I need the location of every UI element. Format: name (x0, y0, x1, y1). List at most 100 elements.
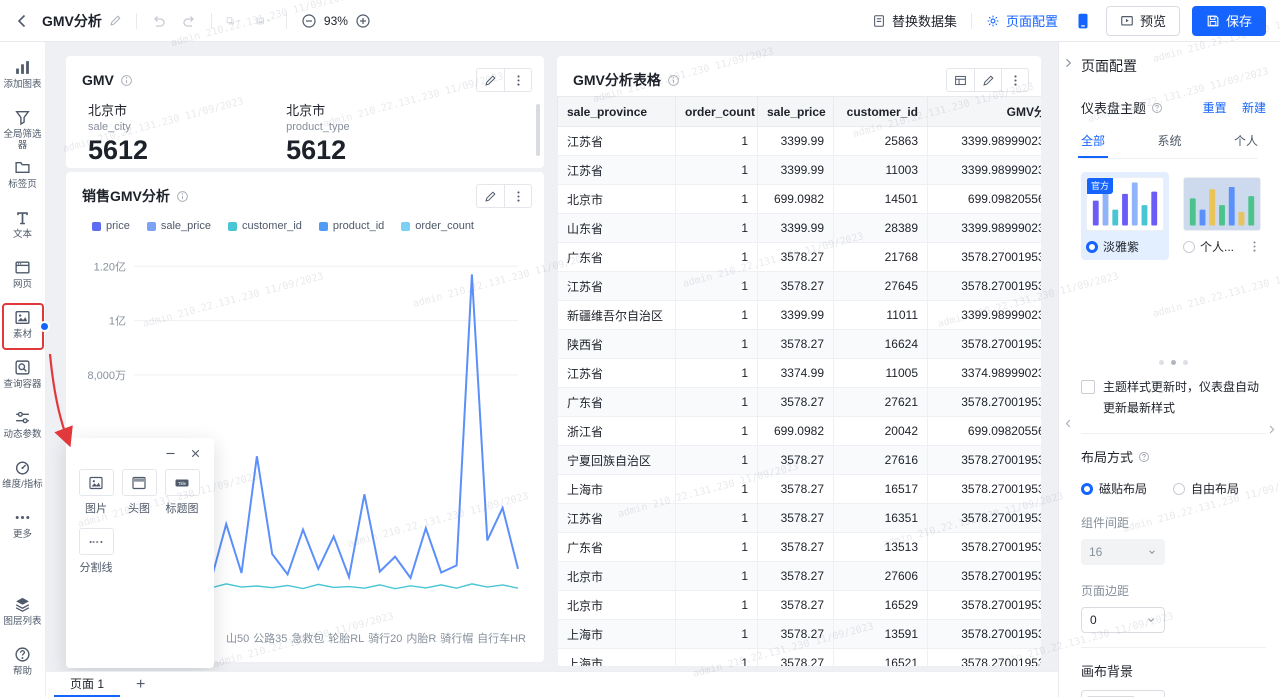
sidebar-item-material[interactable]: 素材 (1, 304, 45, 354)
redo-icon[interactable] (181, 13, 197, 29)
zoom-in-icon[interactable] (355, 13, 371, 29)
table-row[interactable]: 江苏省13578.27276453578.2700195312 (558, 272, 1042, 301)
table-row[interactable]: 上海市13578.27165173578.2700195312 (558, 475, 1042, 504)
page-config-button[interactable]: 页面配置 (986, 11, 1058, 30)
table-row[interactable]: 广东省13578.27135133578.2700195312 (558, 533, 1042, 562)
table-container[interactable]: sale_provinceorder_countsale_pricecustom… (557, 96, 1041, 666)
theme-radio[interactable] (1086, 241, 1098, 253)
info-icon[interactable] (176, 190, 189, 203)
close-icon[interactable] (189, 447, 202, 460)
column-header[interactable]: customer_id (834, 97, 928, 127)
help-icon[interactable] (1151, 102, 1163, 114)
legend-item-product_id[interactable]: product_id (319, 220, 384, 232)
table-row[interactable]: 上海市13578.27165213578.2700195312 (558, 649, 1042, 667)
layout-option-1[interactable]: 磁贴布局 (1081, 480, 1147, 497)
dashboard-canvas[interactable]: GMV 北京市sale_city5612北京市product_type5612 … (46, 42, 1058, 697)
sidebar-item-more[interactable]: 更多 (1, 504, 45, 554)
legend-item-customer_id[interactable]: customer_id (228, 220, 302, 232)
info-icon[interactable] (667, 74, 680, 87)
theme-card-1[interactable]: 官方淡雅紫 (1081, 172, 1169, 260)
help-icon[interactable] (1138, 451, 1150, 463)
column-header[interactable]: sale_price (758, 97, 834, 127)
theme-menu-icon[interactable] (1248, 240, 1261, 253)
material-item-image[interactable]: 图片 (78, 469, 114, 516)
collapse-panel-icon[interactable] (1062, 57, 1074, 69)
back-icon[interactable] (14, 13, 30, 29)
layout-option-2[interactable]: 自由布局 (1173, 480, 1239, 497)
table-row[interactable]: 江苏省13374.99110053374.9899902343 (558, 359, 1042, 388)
new-theme-link[interactable]: 新建 (1242, 101, 1266, 115)
carousel-left-icon[interactable] (1063, 418, 1074, 429)
column-header[interactable]: order_count (676, 97, 758, 127)
more-actions-icon[interactable] (1001, 69, 1028, 91)
theme-radio[interactable] (1183, 241, 1195, 253)
view-data-icon[interactable] (947, 69, 974, 91)
sidebar-item-layer-list[interactable]: 图层列表 (1, 591, 45, 641)
add-page-icon[interactable]: + (136, 677, 145, 693)
column-header[interactable]: sale_province (558, 97, 676, 127)
table-row[interactable]: 江苏省13399.99258633399.9899902343 (558, 127, 1042, 156)
table-row[interactable]: 山东省13399.99283893399.9899902343 (558, 214, 1042, 243)
table-row[interactable]: 新疆维吾尔自治区13399.99110113399.9899902343 (558, 301, 1042, 330)
legend-item-order_count[interactable]: order_count (401, 220, 474, 232)
preview-button[interactable]: 预览 (1106, 6, 1180, 36)
theme-card-2[interactable]: 个人... (1178, 172, 1266, 260)
more-actions-icon[interactable] (504, 185, 531, 207)
sidebar-item-webpage[interactable]: 网页 (1, 254, 45, 304)
copy-icon[interactable] (226, 13, 242, 29)
page-margin-select[interactable]: 0 (1081, 607, 1165, 633)
sidebar-item-text[interactable]: 文本 (1, 204, 45, 254)
reset-theme-link[interactable]: 重置 (1203, 101, 1227, 115)
legend-item-price[interactable]: price (92, 220, 130, 232)
table-row[interactable]: 江苏省13578.27163513578.2700195312 (558, 504, 1042, 533)
table-row[interactable]: 北京市1699.098214501699.0982055664 (558, 185, 1042, 214)
table-row[interactable]: 北京市13578.27276063578.2700195312 (558, 562, 1042, 591)
gmv-table-card[interactable]: GMV分析表格 sale_provinceorder_countsale_pri… (557, 56, 1041, 666)
sidebar-item-query-container[interactable]: 查询容器 (1, 354, 45, 404)
sidebar-item-add-chart[interactable]: 添加图表 (1, 54, 45, 104)
material-item-divider-line[interactable]: 分割线 (78, 528, 114, 575)
page-tab[interactable]: 页面 1 (54, 672, 120, 697)
edit-chart-icon[interactable] (477, 69, 504, 91)
material-panel[interactable]: 图片头图Title标题图分割线 (66, 438, 214, 668)
carousel-dots[interactable] (1081, 360, 1266, 365)
material-item-title-image[interactable]: Title标题图 (164, 469, 200, 516)
table-row[interactable]: 浙江省1699.098220042699.0982055664 (558, 417, 1042, 446)
table-row[interactable]: 上海市13578.27135913578.2700195312 (558, 620, 1042, 649)
gmv-indicator-card[interactable]: GMV 北京市sale_city5612北京市product_type5612 (66, 56, 544, 168)
edit-chart-icon[interactable] (974, 69, 1001, 91)
sidebar-item-global-filter[interactable]: 全局筛选器 (1, 104, 45, 154)
sidebar-item-tab-page[interactable]: 标签页 (1, 154, 45, 204)
theme-tab-1[interactable]: 全部 (1081, 132, 1105, 149)
theme-tab-3[interactable]: 个人 (1234, 132, 1258, 149)
sidebar-item-dimension-metric[interactable]: 维度/指标 (1, 454, 45, 504)
replace-dataset-button[interactable]: 替换数据集 (872, 11, 957, 30)
zoom-out-icon[interactable] (301, 13, 317, 29)
column-header[interactable]: GMV分析 (928, 97, 1042, 127)
scrollbar[interactable] (536, 104, 540, 156)
table-row[interactable]: 陕西省13578.27166243578.2700195312 (558, 330, 1042, 359)
carousel-right-icon[interactable] (1266, 424, 1277, 435)
component-spacing-select[interactable]: 16 (1081, 539, 1165, 565)
material-item-head-image[interactable]: 头图 (121, 469, 157, 516)
sidebar-item-help[interactable]: 帮助 (1, 641, 45, 691)
frame-icon[interactable] (256, 13, 272, 29)
more-actions-icon[interactable] (504, 69, 531, 91)
edit-chart-icon[interactable] (477, 185, 504, 207)
minimize-icon[interactable] (164, 447, 177, 460)
undo-icon[interactable] (151, 13, 167, 29)
table-row[interactable]: 江苏省13399.99110033399.9899902343 (558, 156, 1042, 185)
table-row[interactable]: 北京市13578.27165293578.2700195312 (558, 591, 1042, 620)
edit-title-icon[interactable] (109, 14, 122, 27)
table-row[interactable]: 广东省13578.27276213578.2700195312 (558, 388, 1042, 417)
save-button[interactable]: 保存 (1192, 6, 1266, 36)
table-row[interactable]: 宁夏回族自治区13578.27276163578.2700195312 (558, 446, 1042, 475)
sidebar-item-dynamic-param[interactable]: 动态参数 (1, 404, 45, 454)
legend-item-sale_price[interactable]: sale_price (147, 220, 211, 232)
auto-update-checkbox[interactable] (1081, 380, 1095, 394)
table-row[interactable]: 广东省13578.27217683578.2700195312 (558, 243, 1042, 272)
theme-tab-2[interactable]: 系统 (1157, 132, 1181, 149)
info-icon[interactable] (120, 74, 133, 87)
auto-update-row[interactable]: 主题样式更新时，仪表盘自动更新最新样式 (1081, 377, 1266, 419)
mobile-preview-icon[interactable] (1074, 12, 1092, 30)
